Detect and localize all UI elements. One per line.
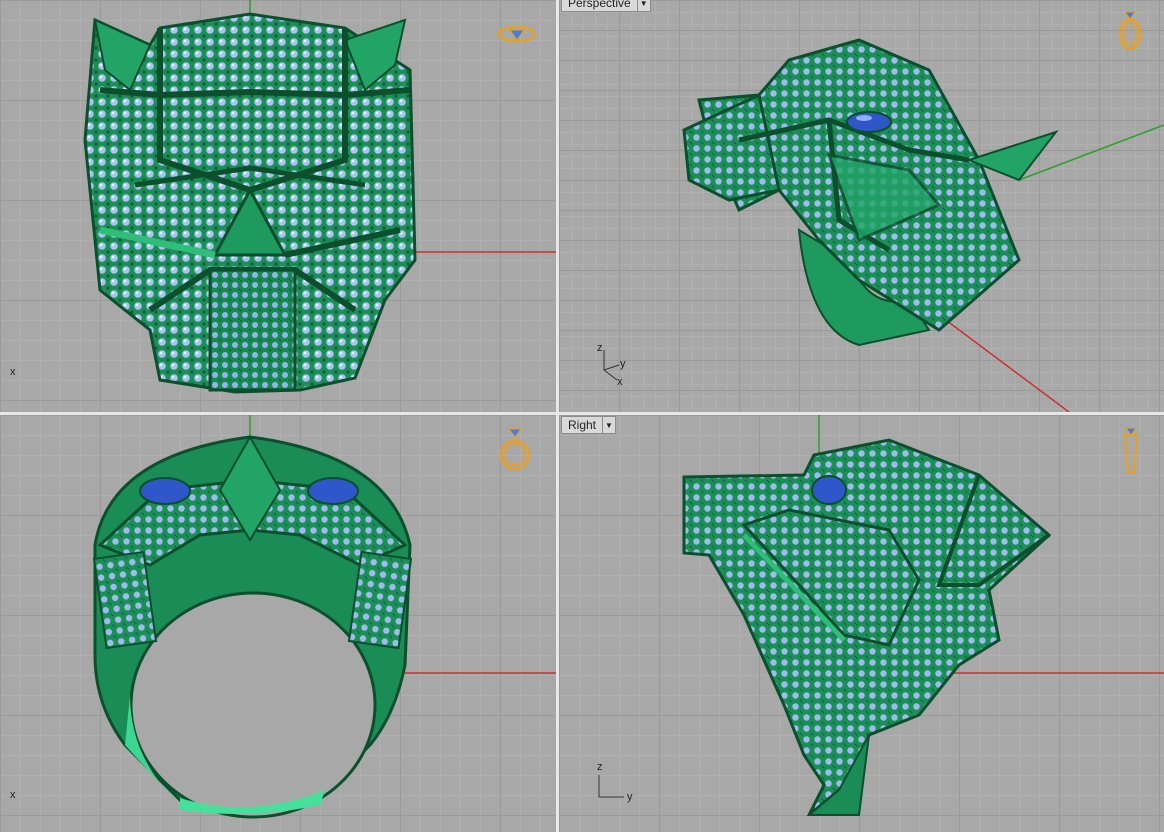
viewport-title-perspective[interactable]: Perspective ▼ xyxy=(561,0,651,12)
axis-label-z: z xyxy=(597,761,603,773)
ring-front-view-icon[interactable] xyxy=(497,423,533,475)
model-side-view xyxy=(682,415,1164,817)
viewport-title-right[interactable]: Right ▼ xyxy=(561,416,617,434)
axis-label-x: x xyxy=(10,789,16,801)
ring-side-view-icon[interactable] xyxy=(1119,425,1143,477)
viewport-splitter-horizontal[interactable] xyxy=(0,412,1164,415)
model-front-view xyxy=(92,415,556,819)
chevron-down-icon[interactable]: ▼ xyxy=(603,416,617,434)
viewport-top[interactable]: x xyxy=(0,0,556,412)
model-perspective-view xyxy=(682,38,1164,412)
axis-label-x: x xyxy=(10,366,16,378)
axis-label-y: y xyxy=(627,791,633,803)
viewport-perspective[interactable]: Perspective ▼ z y x xyxy=(559,0,1164,412)
viewport-front[interactable]: x xyxy=(0,415,556,832)
axis-label-y: y xyxy=(620,358,626,370)
model-top-view xyxy=(83,0,556,394)
ring-perspective-icon[interactable] xyxy=(1115,4,1145,52)
viewport-title-text[interactable]: Right xyxy=(561,416,604,434)
viewport-title-text[interactable]: Perspective xyxy=(561,0,638,12)
viewport-splitter-vertical[interactable] xyxy=(556,0,559,832)
axis-label-z: z xyxy=(597,342,603,354)
chevron-down-icon[interactable]: ▼ xyxy=(637,0,651,12)
axis-label-x: x xyxy=(617,376,623,388)
viewport-right[interactable]: Right ▼ z y xyxy=(559,415,1164,832)
ring-top-view-icon[interactable] xyxy=(496,22,538,46)
